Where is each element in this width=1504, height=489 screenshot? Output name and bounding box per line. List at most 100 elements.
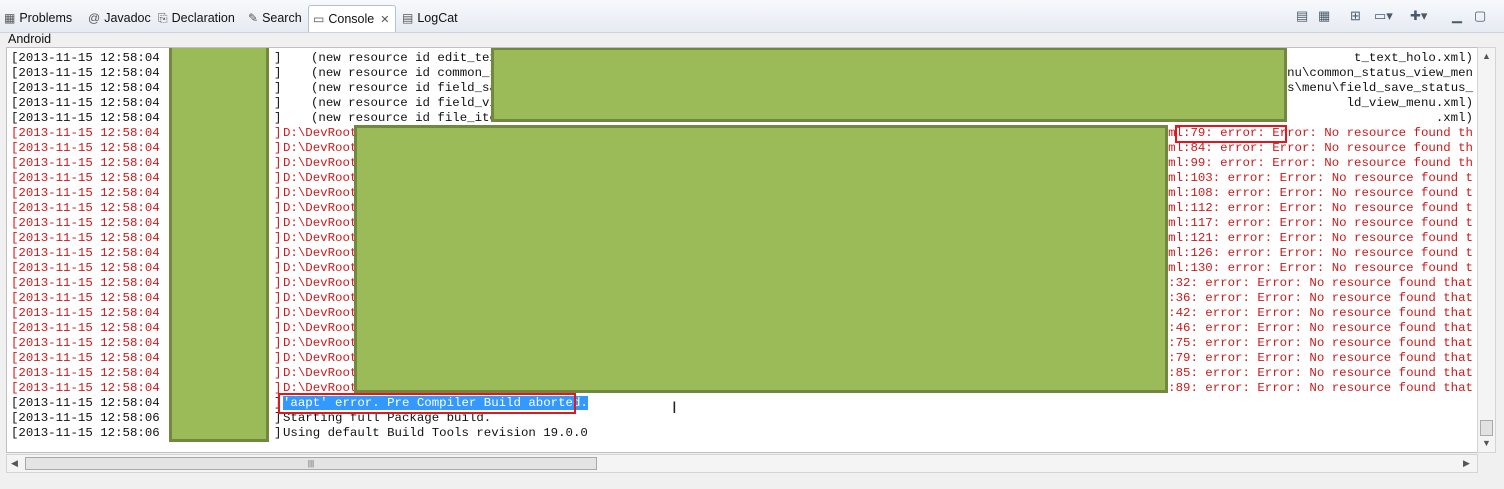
log-message: D:\DevRoot bbox=[283, 366, 357, 381]
log-message-text: D:\DevRoot bbox=[283, 156, 358, 170]
log-bracket: ] bbox=[274, 126, 282, 140]
log-bracket: ] bbox=[274, 276, 282, 290]
scroll-left-icon[interactable]: ◀ bbox=[11, 458, 18, 469]
log-message-tail: .xml:36: error: Error: No resource found… bbox=[1138, 291, 1473, 305]
log-message: D:\DevRoot bbox=[283, 156, 357, 171]
log-timestamp: [2013-11-15 12:58:04 - bbox=[11, 156, 175, 170]
log-message: D:\DevRoot bbox=[283, 216, 357, 231]
log-message-text: D:\DevRoot bbox=[283, 201, 358, 215]
vertical-scrollbar[interactable]: ▲ ▼ bbox=[1477, 47, 1496, 453]
log-timestamp: [2013-11-15 12:58:04 - bbox=[11, 366, 175, 380]
log-message-text: D:\DevRoot bbox=[283, 306, 358, 320]
horizontal-scrollbar[interactable]: ◀ ||| ▶ bbox=[6, 454, 1478, 473]
log-bracket: ] bbox=[274, 186, 282, 200]
log-message-tail: on.xml:130: error: Error: No resource fo… bbox=[1138, 261, 1473, 275]
tab-label: LogCat bbox=[417, 11, 458, 25]
log-bracket: ] bbox=[274, 111, 282, 125]
log-message-tail: on.xml:108: error: Error: No resource fo… bbox=[1138, 186, 1473, 200]
log-message: D:\DevRoot bbox=[283, 261, 357, 276]
log-bracket: ] bbox=[274, 321, 282, 335]
log-message-text: D:\DevRoot bbox=[283, 246, 358, 260]
scroll-down-icon[interactable]: ▼ bbox=[1482, 438, 1491, 448]
log-timestamp: [2013-11-15 12:58:04 - bbox=[11, 81, 175, 95]
log-message: Using default Build Tools revision 19.0.… bbox=[283, 426, 588, 441]
tab-declaration[interactable]: ⎘ Declaration bbox=[158, 6, 235, 30]
log-message-tail: .xml:79: error: Error: No resource found… bbox=[1138, 351, 1473, 365]
log-message: (new resource id common_st bbox=[311, 66, 504, 81]
horizontal-scroll-thumb[interactable]: ||| bbox=[25, 457, 597, 470]
log-message: D:\DevRoot bbox=[283, 126, 357, 141]
redaction-block bbox=[491, 48, 1287, 122]
view-tab-bar: ▦ Problems @ Javadoc ⎘ Declaration ✎ Search … bbox=[0, 0, 1504, 33]
console-title: Android bbox=[8, 32, 52, 46]
log-message-text: D:\DevRoot bbox=[283, 336, 358, 350]
log-bracket: ] bbox=[274, 96, 282, 110]
tab-javadoc[interactable]: @ Javadoc bbox=[88, 6, 151, 30]
clear-console-icon[interactable]: ▤ bbox=[1296, 8, 1308, 24]
close-icon[interactable]: ✕ bbox=[380, 13, 389, 26]
tab-label: Declaration bbox=[171, 11, 235, 25]
log-timestamp: [2013-11-15 12:58:04 - bbox=[11, 186, 175, 200]
scroll-grip: ||| bbox=[307, 459, 315, 468]
log-message: D:\DevRoot bbox=[283, 201, 357, 216]
display-console-icon[interactable]: ▭▾ bbox=[1374, 8, 1393, 24]
log-message: (new resource id edit_text bbox=[311, 51, 504, 66]
console-output[interactable]: [2013-11-15 12:58:04 -] (new resource id … bbox=[6, 47, 1478, 453]
tab-label: Search bbox=[262, 11, 302, 25]
log-bracket: ] bbox=[274, 306, 282, 320]
log-message: (new resource id field_vie bbox=[311, 96, 504, 111]
problems-icon: ▦ bbox=[4, 11, 16, 25]
log-message-tail: on.xml:103: error: Error: No resource fo… bbox=[1138, 171, 1473, 185]
log-message-tail: on.xml:84: error: Error: No resource fou… bbox=[1138, 141, 1473, 155]
log-message-text: D:\DevRoot bbox=[283, 141, 358, 155]
logcat-icon: ▤ bbox=[402, 11, 414, 25]
log-message: D:\DevRoot bbox=[283, 306, 357, 321]
log-message: D:\DevRoot bbox=[283, 141, 357, 156]
scroll-right-icon[interactable]: ▶ bbox=[1463, 458, 1470, 469]
open-console-icon[interactable]: ✚▾ bbox=[1410, 8, 1427, 24]
scroll-lock-icon[interactable]: ▦ bbox=[1318, 8, 1330, 24]
scroll-up-icon[interactable]: ▲ bbox=[1482, 51, 1491, 61]
log-timestamp: [2013-11-15 12:58:04 - bbox=[11, 396, 175, 410]
log-timestamp: [2013-11-15 12:58:04 - bbox=[11, 96, 175, 110]
log-bracket: ] bbox=[274, 201, 282, 215]
log-bracket: ] bbox=[274, 171, 282, 185]
log-timestamp: [2013-11-15 12:58:04 - bbox=[11, 246, 175, 260]
log-timestamp: [2013-11-15 12:58:04 - bbox=[11, 201, 175, 215]
log-bracket: ] bbox=[274, 66, 282, 80]
tab-label: Problems bbox=[19, 11, 73, 25]
log-timestamp: [2013-11-15 12:58:04 - bbox=[11, 276, 175, 290]
log-message-text: D:\DevRoot bbox=[283, 291, 358, 305]
minimize-icon[interactable]: ▁ bbox=[1452, 8, 1462, 24]
log-bracket: ] bbox=[274, 51, 282, 65]
log-bracket: ] bbox=[274, 231, 282, 245]
log-message: D:\DevRoot bbox=[283, 171, 357, 186]
log-message-text: (new resource id field_sav bbox=[311, 81, 505, 95]
log-message-tail: .xml:46: error: Error: No resource found… bbox=[1138, 321, 1473, 335]
log-message-tail: res\menu\field_save_status_ bbox=[1272, 81, 1473, 95]
log-message-tail: on.xml:121: error: Error: No resource fo… bbox=[1138, 231, 1473, 245]
tab-console[interactable]: ▭ Console ✕ bbox=[308, 5, 397, 32]
tab-problems[interactable]: ▦ Problems bbox=[4, 6, 72, 30]
log-message-text: D:\DevRoot bbox=[283, 171, 358, 185]
search-icon: ✎ bbox=[248, 11, 259, 25]
log-message-tail: .xml:75: error: Error: No resource found… bbox=[1138, 336, 1473, 350]
log-message-text: (new resource id edit_text bbox=[311, 51, 505, 65]
pin-console-icon[interactable]: ⊞ bbox=[1350, 8, 1361, 24]
log-timestamp: [2013-11-15 12:58:04 - bbox=[11, 351, 175, 365]
tab-logcat[interactable]: ▤ LogCat bbox=[402, 6, 458, 30]
log-bracket: ] bbox=[274, 246, 282, 260]
vertical-scroll-thumb[interactable] bbox=[1480, 420, 1493, 436]
tab-search[interactable]: ✎ Search bbox=[248, 6, 302, 30]
log-message-text: D:\DevRoot bbox=[283, 276, 358, 290]
log-bracket: ] bbox=[274, 261, 282, 275]
maximize-icon[interactable]: ▢ bbox=[1474, 8, 1486, 24]
log-message-tail: t_text_holo.xml) bbox=[1354, 51, 1473, 65]
log-timestamp: [2013-11-15 12:58:04 - bbox=[11, 261, 175, 275]
log-message: D:\DevRoot bbox=[283, 336, 357, 351]
log-message-text: D:\DevRoot bbox=[283, 186, 358, 200]
log-bracket: ] bbox=[274, 81, 282, 95]
log-message: D:\DevRoot bbox=[283, 246, 357, 261]
log-message-text: D:\DevRoot bbox=[283, 216, 358, 230]
log-message-text: D:\DevRoot bbox=[283, 126, 358, 140]
